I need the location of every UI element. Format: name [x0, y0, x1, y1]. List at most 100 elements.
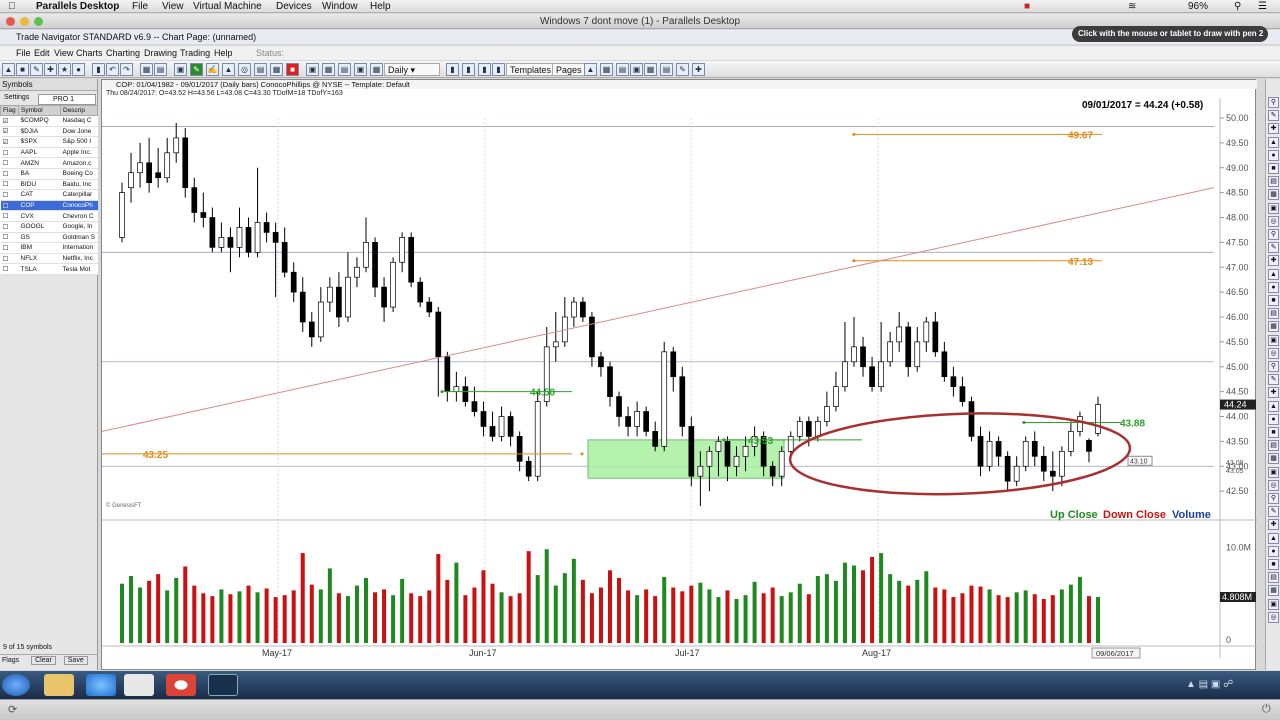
- menubar-devices[interactable]: Devices: [276, 0, 312, 13]
- symbol-row[interactable]: ☐ CVX Chevron C: [0, 210, 98, 222]
- drawing-tool-icon[interactable]: ▲: [1268, 136, 1279, 148]
- period-select[interactable]: Daily ▾: [384, 63, 440, 76]
- minimize-window-icon[interactable]: [20, 17, 29, 26]
- toolbar-tool-icon[interactable]: ◎: [238, 63, 251, 76]
- drawing-tool-icon[interactable]: ✎: [1268, 506, 1279, 518]
- search-icon[interactable]: ⚲: [1234, 0, 1241, 13]
- symbol-row[interactable]: ☑ $DJIA Dow Jone: [0, 126, 98, 138]
- drawing-tool-icon[interactable]: ⚲: [1268, 493, 1279, 504]
- toolbar-tool-icon[interactable]: ✎: [676, 63, 689, 76]
- drawing-tool-icon[interactable]: ◎: [1268, 479, 1279, 491]
- toolbar-tool-icon[interactable]: ■: [16, 63, 29, 76]
- drawing-tool-icon[interactable]: ▤: [1268, 176, 1279, 188]
- toolbar-tool-icon[interactable]: ▲: [584, 63, 597, 76]
- toolbar-tool-icon[interactable]: ▦: [270, 63, 283, 76]
- toolbar-tool-icon[interactable]: ▤: [616, 63, 629, 76]
- toolbar-tool-icon[interactable]: ▣: [306, 63, 319, 76]
- column-symbol[interactable]: Symbol: [18, 105, 61, 116]
- toolbar-tool-icon[interactable]: ▤: [254, 63, 267, 76]
- symbol-row[interactable]: ☐ GS Goldman S: [0, 232, 98, 244]
- drawing-tool-icon[interactable]: ⚲: [1268, 97, 1279, 108]
- toolbar-tool-icon[interactable]: ■: [286, 63, 299, 76]
- tn-menu-charting[interactable]: Charting: [106, 46, 140, 60]
- drawing-tool-icon[interactable]: ▲: [1268, 268, 1279, 280]
- symbol-flag[interactable]: ☐: [0, 253, 19, 265]
- start-button-icon[interactable]: [2, 674, 30, 696]
- toolbar-tool-icon[interactable]: ▦: [140, 63, 153, 76]
- toolbar-tool-icon[interactable]: ▣: [630, 63, 643, 76]
- column-flag[interactable]: Flag: [0, 105, 19, 116]
- toolbar-tool-icon[interactable]: ▣: [174, 63, 187, 76]
- toolbar-tool-icon[interactable]: ✚: [692, 63, 705, 76]
- drawing-tool-icon[interactable]: ▦: [1268, 585, 1279, 597]
- price-chart[interactable]: 50.00 49.50 49.00 48.50 48.00 47.50 47.00 46.50…: [102, 98, 1257, 670]
- symbol-flag[interactable]: ☐: [0, 242, 19, 254]
- drawing-tool-icon[interactable]: ▣: [1268, 466, 1279, 478]
- close-window-icon[interactable]: [6, 17, 15, 26]
- pages-button[interactable]: Pages: [552, 63, 586, 76]
- drawing-tool-icon[interactable]: ✎: [1268, 110, 1279, 122]
- drawing-tool-icon[interactable]: ▲: [1268, 532, 1279, 544]
- symbol-row[interactable]: ☐ CAT Caterpillar: [0, 189, 98, 201]
- drawing-tool-icon[interactable]: ⚲: [1268, 361, 1279, 372]
- refresh-icon[interactable]: ⟳: [8, 703, 17, 716]
- symbol-list-select[interactable]: PRO 1: [38, 94, 96, 105]
- drawing-tool-icon[interactable]: ✚: [1268, 387, 1279, 399]
- symbol-row[interactable]: ☐ NFLX Netflix, Inc: [0, 253, 98, 265]
- symbol-row[interactable]: ☑ $SPX S&p 500 I: [0, 136, 98, 148]
- menubar-file[interactable]: File: [132, 0, 148, 13]
- drawing-tool-icon[interactable]: ●: [1268, 149, 1279, 161]
- wifi-icon[interactable]: ≋: [1128, 0, 1136, 13]
- apple-icon[interactable]: : [8, 0, 16, 13]
- drawing-tool-icon[interactable]: ✎: [1268, 242, 1279, 254]
- menubar-view[interactable]: View: [162, 0, 184, 13]
- symbol-row[interactable]: ☐ IBM Internation: [0, 242, 98, 254]
- chrome-icon[interactable]: [166, 674, 196, 696]
- settings-button[interactable]: Settings: [4, 94, 29, 101]
- tray-icons[interactable]: ▲ ▤ ▣ ☍: [1186, 679, 1233, 690]
- drawing-tool-icon[interactable]: ■: [1268, 427, 1279, 438]
- record-icon[interactable]: ■: [1024, 0, 1030, 13]
- symbol-flag[interactable]: ☐: [0, 179, 19, 191]
- save-button[interactable]: Save: [63, 656, 88, 665]
- toolbar-tool-icon[interactable]: ▲: [2, 63, 15, 76]
- drawing-tool-icon[interactable]: ◎: [1268, 611, 1279, 623]
- drawing-tool-icon[interactable]: ■: [1268, 163, 1279, 174]
- symbol-flag[interactable]: ☐: [0, 200, 19, 212]
- toolbar-tool-icon[interactable]: ▤: [154, 63, 167, 76]
- toolbar-tool-icon[interactable]: ▮: [478, 63, 491, 76]
- toolbar-tool-icon[interactable]: ▮: [92, 63, 105, 76]
- flags-tab[interactable]: Flags: [2, 657, 19, 664]
- drawing-tool-icon[interactable]: ✚: [1268, 519, 1279, 531]
- drawing-tool-icon[interactable]: ✎: [1268, 374, 1279, 386]
- symbol-row[interactable]: ☐ AAPL Apple Inc.: [0, 147, 98, 159]
- symbol-flag[interactable]: ☐: [0, 168, 19, 180]
- drawing-tool-icon[interactable]: ▤: [1268, 308, 1279, 320]
- toolbar-tool-icon[interactable]: ★: [58, 63, 71, 76]
- symbol-row[interactable]: ☐ COP ConocoPh: [0, 200, 98, 212]
- symbol-flag[interactable]: ☐: [0, 232, 19, 244]
- drawing-tool-icon[interactable]: ◎: [1268, 347, 1279, 359]
- tn-menu-drawing[interactable]: Drawing: [144, 46, 177, 60]
- toolbar-tool-icon[interactable]: ↶: [106, 63, 119, 76]
- toolbar-tool-icon[interactable]: ▦: [644, 63, 657, 76]
- tn-menu-help[interactable]: Help: [214, 46, 233, 60]
- drawing-tool-icon[interactable]: ▤: [1268, 572, 1279, 584]
- toolbar-tool-icon[interactable]: ▮: [446, 63, 459, 76]
- toolbar-tool-icon[interactable]: ▦: [600, 63, 613, 76]
- drawing-tool-icon[interactable]: ▣: [1268, 598, 1279, 610]
- symbol-row[interactable]: ☐ BA Boeing Co: [0, 168, 98, 180]
- symbol-flag[interactable]: ☐: [0, 263, 19, 275]
- drawing-tool-icon[interactable]: ●: [1268, 413, 1279, 425]
- symbol-row[interactable]: ☑ $COMPQ Nasdaq C: [0, 115, 98, 127]
- toolbar-tool-icon[interactable]: ▤: [338, 63, 351, 76]
- symbol-flag[interactable]: ☑: [0, 115, 19, 127]
- templates-button[interactable]: Templates: [506, 63, 556, 76]
- clear-button[interactable]: Clear: [31, 656, 56, 665]
- toolbar-tool-icon[interactable]: ▤: [660, 63, 673, 76]
- trade-navigator-icon[interactable]: [208, 674, 238, 696]
- toolbar-tool-icon[interactable]: ✚: [44, 63, 57, 76]
- drawing-tool-icon[interactable]: ▲: [1268, 400, 1279, 412]
- toolbar-tool-icon[interactable]: ✍: [206, 63, 219, 76]
- drawing-tool-icon[interactable]: ✚: [1268, 123, 1279, 135]
